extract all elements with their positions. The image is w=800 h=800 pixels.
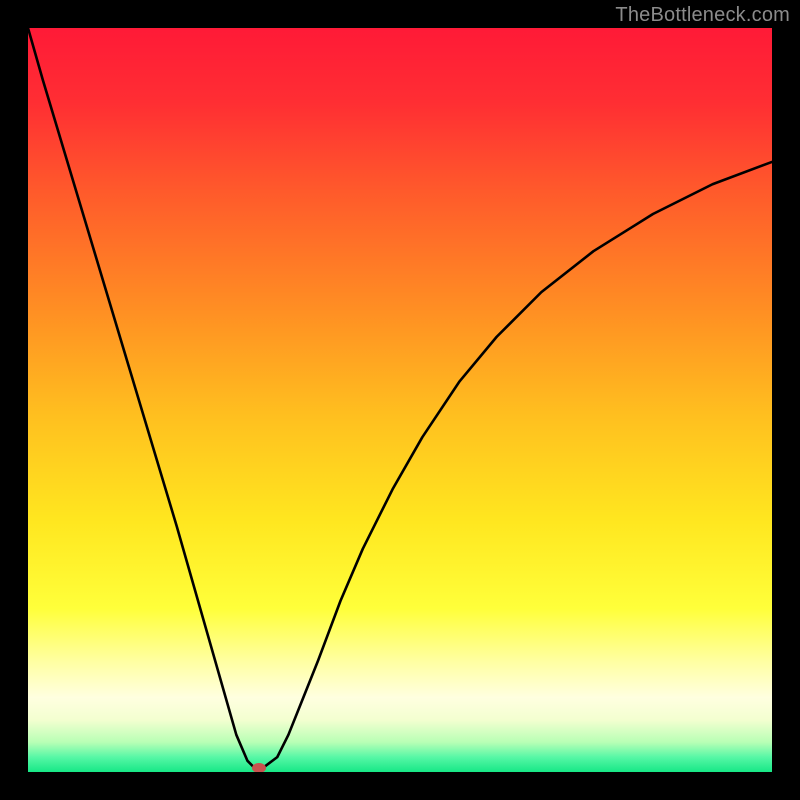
chart-frame: TheBottleneck.com [0, 0, 800, 800]
watermark-label: TheBottleneck.com [615, 4, 790, 27]
bottleneck-curve [28, 28, 772, 768]
curve-layer [28, 28, 772, 772]
plot-area [28, 28, 772, 772]
minimum-marker-icon [252, 763, 266, 772]
